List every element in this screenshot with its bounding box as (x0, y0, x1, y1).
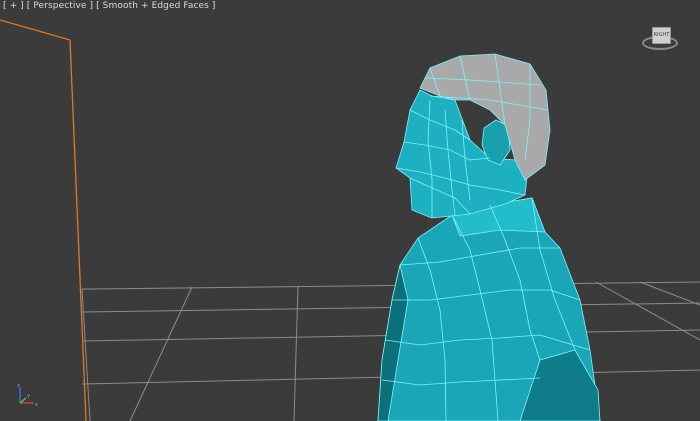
viewport-view-menu[interactable]: [ Perspective ] (27, 1, 93, 11)
viewport-label-menu[interactable]: [ + ] [ Perspective ] [ Smooth + Edged F… (3, 1, 216, 11)
y-axis-label: y (27, 393, 30, 399)
selected-object-edge[interactable] (0, 19, 87, 421)
perspective-viewport[interactable]: [ + ] [ Perspective ] [ Smooth + Edged F… (0, 0, 700, 421)
viewport-shading-menu[interactable]: [ Smooth + Edged Faces ] (96, 1, 215, 11)
viewport-plus-menu[interactable]: [ + ] (3, 1, 24, 11)
x-axis-label: x (35, 402, 38, 408)
viewcube[interactable]: RIGHT (640, 24, 680, 54)
scene-canvas[interactable] (0, 0, 700, 421)
axis-tripod-icon: z y x (17, 383, 38, 408)
character-model[interactable] (377, 53, 601, 421)
viewcube-face[interactable]: RIGHT (652, 27, 671, 44)
z-axis-label: z (17, 383, 20, 389)
